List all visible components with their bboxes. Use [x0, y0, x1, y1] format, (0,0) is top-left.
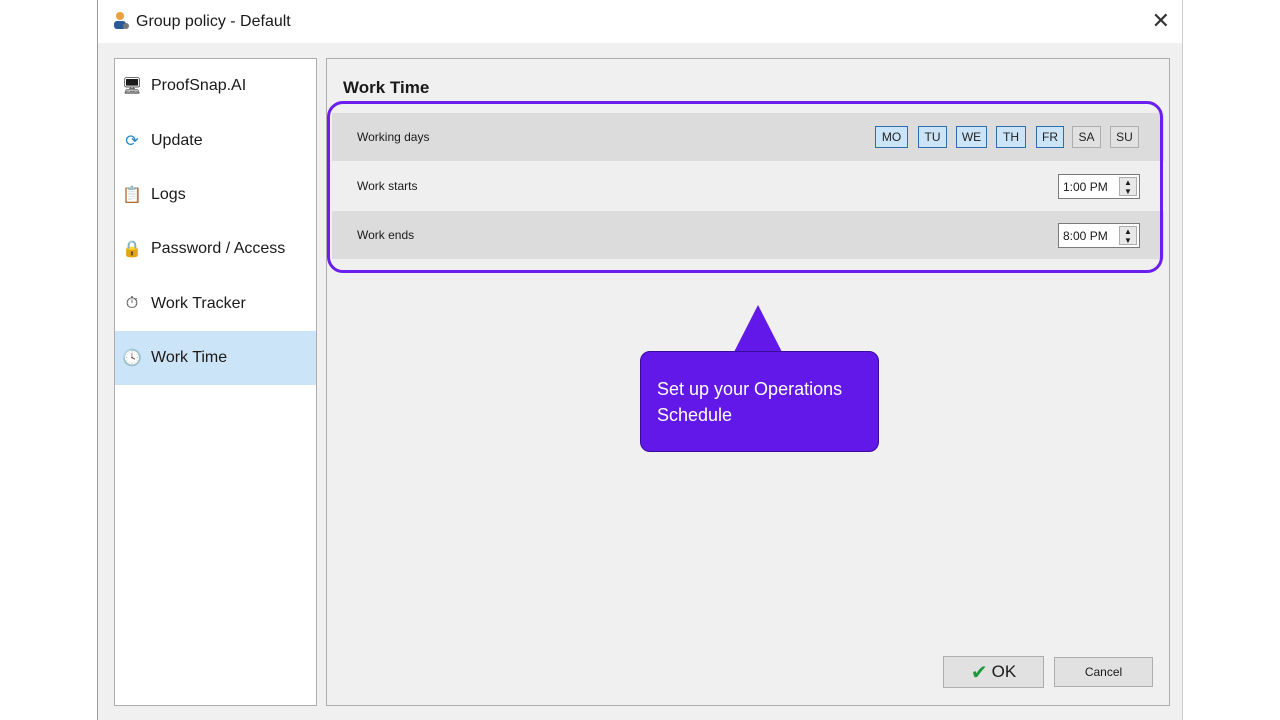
window-title: Group policy - Default: [136, 13, 291, 30]
sidebar-item-proofsnap[interactable]: 🖥 ProofSnap.AI: [115, 59, 316, 113]
highlight-frame: [327, 101, 1163, 273]
sidebar-item-label: ProofSnap.AI: [151, 77, 247, 94]
clock-icon: 🕓: [122, 350, 142, 367]
sidebar-item-label: Password / Access: [151, 240, 286, 257]
sidebar-item-label: Update: [151, 132, 203, 149]
stopwatch-icon: ⏱: [125, 295, 139, 312]
refresh-icon: ⟳: [125, 133, 139, 150]
close-icon[interactable]: ✕: [1152, 8, 1170, 34]
checkmark-icon: ✔: [970, 661, 988, 684]
sidebar-item-work-tracker[interactable]: ⏱ Work Tracker: [115, 277, 316, 331]
cancel-button[interactable]: Cancel: [1054, 657, 1153, 687]
tooltip-callout: Set up your Operations Schedule: [640, 351, 879, 452]
sidebar-item-logs[interactable]: 📋 Logs: [115, 168, 316, 222]
ok-button[interactable]: ✔ OK: [943, 656, 1044, 688]
title-bar: Group policy - Default ✕: [98, 0, 1182, 43]
sidebar-item-password-access[interactable]: 🔒 Password / Access: [115, 222, 316, 276]
clipboard-icon: 📋: [122, 187, 142, 204]
monitor-icon: 🖥: [121, 78, 143, 95]
sidebar-item-label: Logs: [151, 186, 186, 203]
sidebar-item-label: Work Tracker: [151, 295, 246, 312]
sidebar-item-label: Work Time: [151, 349, 228, 366]
callout-pointer: [734, 305, 782, 352]
sidebar-item-update[interactable]: ⟳ Update: [115, 114, 316, 168]
sidebar: 🖥 ProofSnap.AI ⟳ Update 📋 Logs 🔒 Password / …: [114, 58, 317, 706]
lock-icon: 🔒: [122, 241, 142, 258]
user-policy-icon: [114, 12, 129, 29]
page-title: Work Time: [343, 78, 430, 97]
sidebar-item-work-time[interactable]: 🕓 Work Time: [115, 331, 316, 385]
ok-label: OK: [991, 662, 1017, 681]
